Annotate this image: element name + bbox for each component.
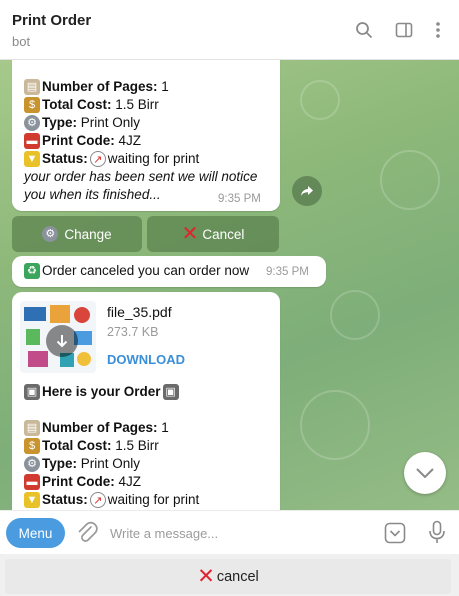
message-input[interactable] <box>110 521 350 545</box>
share-icon[interactable] <box>292 176 322 206</box>
message-composer: Menu <box>0 510 459 554</box>
scroll-down-button[interactable] <box>404 452 446 494</box>
compass-icon: ↗ <box>89 151 106 167</box>
money-bag-icon: $ <box>24 97 40 113</box>
order-heading-row: ▣ Here is your Order ▣ <box>24 383 181 401</box>
clipboard-icon: ▤ <box>24 420 40 436</box>
printer-icon: ▣ <box>24 384 40 400</box>
type-label: Type: <box>42 456 78 471</box>
order-heading: Here is your Order <box>42 384 161 399</box>
status-value: waiting for print <box>107 492 200 507</box>
code-label: Print Code: <box>42 474 115 489</box>
printer-icon: ▣ <box>162 384 179 400</box>
cost-row: $ Total Cost: 1.5 Birr <box>24 96 159 114</box>
pages-row: ▤ Number of Pages: 1 <box>24 419 169 437</box>
status-row: ▼ Status: ↗ waiting for print <box>24 150 199 168</box>
type-row: ⚙ Type: Print Only <box>24 114 140 132</box>
change-button[interactable]: ⚙ Change <box>12 216 142 252</box>
background-doodle <box>300 390 370 460</box>
clipboard-icon: ▤ <box>24 79 40 95</box>
download-arrow-icon[interactable] <box>46 325 78 357</box>
download-link[interactable]: DOWNLOAD <box>107 352 185 367</box>
cancel-message-bubble: ♻ Order canceled you can order now 9:35 … <box>12 256 326 287</box>
sidebar-toggle-icon[interactable] <box>392 18 416 42</box>
pages-value: 1 <box>161 79 169 94</box>
reply-cancel-label: cancel <box>216 568 259 585</box>
reply-keyboard: ✕ cancel <box>0 554 459 596</box>
beginner-icon: ▼ <box>24 151 40 167</box>
gear-icon: ⚙ <box>42 226 59 242</box>
code-value: 4JZ <box>118 133 142 148</box>
message-time: 9:35 PM <box>218 193 261 205</box>
background-doodle <box>330 290 380 340</box>
more-vertical-icon[interactable] <box>426 18 450 42</box>
compass-icon: ↗ <box>89 492 106 508</box>
type-value: Print Only <box>80 456 141 471</box>
attach-icon[interactable] <box>76 521 98 550</box>
status-value: waiting for print <box>107 151 200 166</box>
cancel-message-text: Order canceled you can order now <box>42 263 250 278</box>
money-bag-icon: $ <box>24 438 40 454</box>
pages-label: Number of Pages: <box>42 79 158 94</box>
file-thumbnail[interactable] <box>20 301 96 373</box>
toolbox-icon: ▬ <box>24 133 40 149</box>
red-x-icon: ✕ <box>197 564 215 588</box>
search-icon[interactable] <box>352 18 376 42</box>
code-label: Print Code: <box>42 133 115 148</box>
cost-label: Total Cost: <box>42 438 112 453</box>
type-label: Type: <box>42 115 78 130</box>
toolbox-icon: ▬ <box>24 474 40 490</box>
file-size: 273.7 KB <box>107 325 159 339</box>
cost-row: $ Total Cost: 1.5 Birr <box>24 437 159 455</box>
cost-value: 1.5 Birr <box>115 97 159 112</box>
pages-value: 1 <box>161 420 169 435</box>
cancel-inline-label: Cancel <box>202 226 245 242</box>
status-label: Status: <box>42 492 88 507</box>
chat-header: Print Order bot <box>0 0 459 60</box>
microphone-icon[interactable] <box>428 520 446 551</box>
reply-cancel-button[interactable]: ✕ cancel <box>5 559 451 594</box>
file-name[interactable]: file_35.pdf <box>107 304 172 320</box>
notice-line-2: you when its finished... <box>24 187 161 202</box>
pages-label: Number of Pages: <box>42 420 158 435</box>
chevron-down-icon <box>416 468 434 478</box>
bot-keyboard-icon[interactable] <box>384 522 406 549</box>
pages-row: ▤ Number of Pages: 1 <box>24 78 169 96</box>
beginner-icon: ▼ <box>24 492 40 508</box>
code-value: 4JZ <box>118 474 142 489</box>
gear-icon: ⚙ <box>24 115 40 131</box>
status-label: Status: <box>42 151 88 166</box>
status-row: ▼ Status: ↗ waiting for print <box>24 491 199 509</box>
menu-button[interactable]: Menu <box>6 518 65 548</box>
change-button-label: Change <box>64 226 112 242</box>
file-message-bubble: file_35.pdf 273.7 KB DOWNLOAD ▣ Here is … <box>12 292 280 510</box>
cancel-inline-button[interactable]: ✕ Cancel <box>147 216 279 252</box>
chat-subtitle: bot <box>12 34 31 49</box>
chat-area[interactable]: ▤ Number of Pages: 1 $ Total Cost: 1.5 B… <box>0 60 459 510</box>
red-x-icon: ✕ <box>181 223 199 245</box>
cost-value: 1.5 Birr <box>115 438 159 453</box>
recycle-icon: ♻ <box>24 263 40 279</box>
cost-label: Total Cost: <box>42 97 112 112</box>
notice-line-1: your order has been sent we will notice <box>24 169 258 184</box>
background-doodle <box>300 80 340 120</box>
message-time: 9:35 PM <box>266 266 309 278</box>
type-value: Print Only <box>80 115 141 130</box>
type-row: ⚙ Type: Print Only <box>24 455 140 473</box>
background-doodle <box>380 150 440 210</box>
gear-icon: ⚙ <box>24 456 40 472</box>
order-message-bubble: ▤ Number of Pages: 1 $ Total Cost: 1.5 B… <box>12 60 280 211</box>
cancel-message-row: ♻ Order canceled you can order now <box>24 262 249 280</box>
chat-title[interactable]: Print Order <box>12 12 91 29</box>
code-row: ▬ Print Code: 4JZ <box>24 132 141 150</box>
code-row: ▬ Print Code: 4JZ <box>24 473 141 491</box>
